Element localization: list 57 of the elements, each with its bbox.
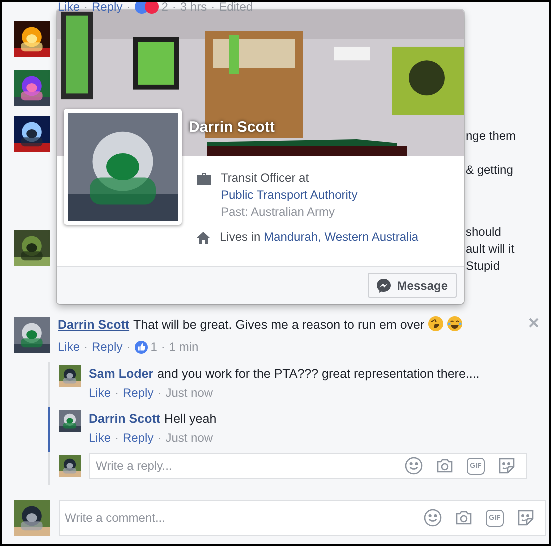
separator-dot: · [84, 339, 88, 355]
author-link[interactable]: Darrin Scott [89, 412, 161, 426]
lives-text: Lives in Mandurah, Western Australia [220, 229, 419, 246]
comment-text-fragment: should [466, 224, 502, 240]
reply-link[interactable]: Reply [92, 339, 123, 355]
separator-dot: · [161, 339, 166, 355]
sticker-icon[interactable] [517, 509, 535, 527]
separator-dot: · [172, 2, 176, 13]
smiley-icon[interactable] [424, 509, 442, 527]
comment-time: 3 hrs [180, 2, 208, 13]
reply-text: and you work for the PTA??? great representation there.... [158, 367, 480, 381]
messenger-icon [377, 278, 392, 292]
separator-dot: · [126, 2, 131, 13]
comment-time: Just now [166, 430, 214, 446]
comment-text-fragment: Stupid [466, 258, 500, 274]
separator-dot: · [84, 2, 88, 13]
reply-link[interactable]: Reply [92, 2, 123, 13]
smiley-icon[interactable] [405, 457, 423, 475]
like-count: 1 [150, 339, 158, 355]
like-link[interactable]: Like [89, 430, 112, 446]
separator-dot: · [158, 430, 162, 446]
camera-icon[interactable] [436, 457, 454, 475]
comment-text: That will be great. Gives me a reason to run em over [134, 318, 425, 332]
like-link[interactable]: Like [58, 339, 80, 355]
close-icon[interactable] [529, 318, 539, 328]
author-link[interactable]: Sam Loder [89, 367, 154, 381]
tears-of-joy-icon [446, 316, 463, 332]
rolling-laugh-icon [428, 316, 444, 332]
like-link[interactable]: Like [89, 385, 112, 401]
reply-text: Hell yeah [164, 412, 217, 426]
comment-text-fragment: ault will it [466, 241, 515, 257]
comment-text-fragment: nge them [466, 128, 516, 144]
separator-dot: · [115, 385, 120, 401]
past-work-text: Past: Australian Army [221, 204, 336, 221]
separator-dot: · [158, 385, 162, 401]
edited-label: Edited [219, 2, 254, 13]
sticker-icon[interactable] [498, 457, 516, 475]
house-icon [197, 232, 210, 244]
like-link[interactable]: Like [58, 2, 80, 13]
reply-link[interactable]: Reply [123, 385, 154, 401]
comment-time: Just now [166, 385, 214, 401]
camera-icon[interactable] [455, 509, 473, 527]
separator-dot: · [115, 430, 120, 446]
work-text: Transit Officer at Public Transport Authority [221, 170, 426, 204]
work-link[interactable]: Public Transport Authority [221, 187, 426, 204]
region-link[interactable]: Western Australia [324, 230, 419, 244]
author-link[interactable]: Darrin Scott [58, 318, 130, 332]
city-link[interactable]: Mandurah [264, 230, 318, 244]
reply-link[interactable]: Reply [123, 430, 154, 446]
briefcase-icon [197, 173, 211, 185]
separator-dot: · [126, 339, 131, 355]
comment-text-fragment: & getting [466, 162, 514, 178]
comment-time: 1 min [169, 339, 199, 355]
like-reaction-icon [134, 340, 148, 354]
separator-dot: · [211, 2, 216, 13]
message-button[interactable]: Message [368, 273, 457, 298]
reaction-count: 2 [162, 2, 168, 13]
